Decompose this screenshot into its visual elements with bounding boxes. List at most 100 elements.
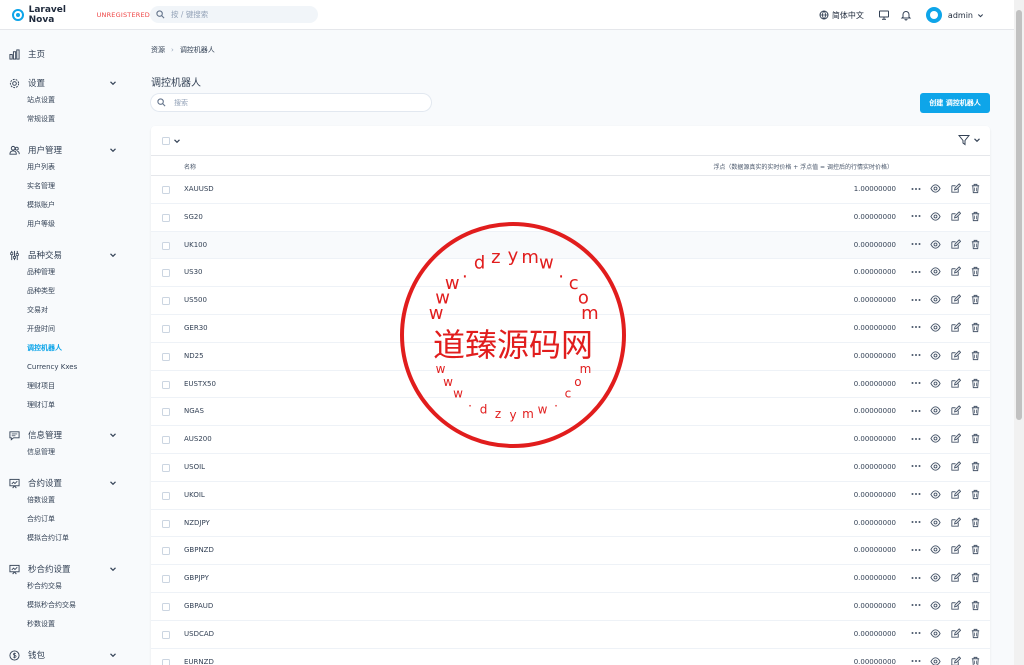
view-icon[interactable]: [930, 350, 941, 361]
more-icon[interactable]: [911, 242, 921, 246]
edit-icon[interactable]: [950, 600, 961, 611]
more-icon[interactable]: [911, 464, 921, 468]
row-checkbox[interactable]: [162, 575, 170, 584]
sidebar-item-user-levels[interactable]: 用户等级: [0, 215, 140, 234]
sidebar-item-demo-contract-orders[interactable]: 模拟合约订单: [0, 529, 140, 548]
view-icon[interactable]: [930, 239, 941, 250]
edit-icon[interactable]: [950, 489, 961, 500]
table-row[interactable]: USOIL 0.00000000: [151, 454, 990, 482]
bell-icon[interactable]: [900, 9, 912, 21]
column-header-float[interactable]: 浮点（数据源真实的实时价格 + 浮点值 = 调控后的行情实时价格）: [713, 162, 893, 171]
view-icon[interactable]: [930, 405, 941, 416]
delete-icon[interactable]: [970, 544, 981, 555]
sidebar-item-leverage[interactable]: 倍数设置: [0, 491, 140, 510]
edit-icon[interactable]: [950, 294, 961, 305]
delete-icon[interactable]: [970, 628, 981, 639]
edit-icon[interactable]: [950, 544, 961, 555]
table-row[interactable]: UKOIL 0.00000000: [151, 482, 990, 510]
column-header-name[interactable]: 名称: [184, 162, 196, 171]
view-icon[interactable]: [930, 656, 941, 665]
sidebar-item-seconds-settings[interactable]: 秒数设置: [0, 615, 140, 634]
sidebar-item-user-list[interactable]: 用户列表: [0, 158, 140, 177]
sidebar-item-second-trades[interactable]: 秒合约交易: [0, 577, 140, 596]
more-icon[interactable]: [911, 548, 921, 552]
chevron-down-icon[interactable]: [173, 137, 181, 145]
row-checkbox[interactable]: [162, 241, 170, 250]
sidebar-item-messages[interactable]: 信息管理: [0, 427, 140, 443]
view-icon[interactable]: [930, 628, 941, 639]
view-icon[interactable]: [930, 600, 941, 611]
more-icon[interactable]: [911, 631, 921, 635]
delete-icon[interactable]: [970, 433, 981, 444]
edit-icon[interactable]: [950, 572, 961, 583]
sidebar-item-pairs[interactable]: 交易对: [0, 301, 140, 320]
view-icon[interactable]: [930, 433, 941, 444]
page-scrollbar[interactable]: [1014, 0, 1024, 665]
sidebar-item-trading[interactable]: 品种交易: [0, 247, 140, 263]
view-icon[interactable]: [930, 489, 941, 500]
more-icon[interactable]: [911, 520, 921, 524]
edit-icon[interactable]: [950, 266, 961, 277]
row-checkbox[interactable]: [162, 547, 170, 556]
edit-icon[interactable]: [950, 350, 961, 361]
edit-icon[interactable]: [950, 628, 961, 639]
breadcrumb-root[interactable]: 资源: [151, 45, 165, 55]
view-icon[interactable]: [930, 461, 941, 472]
view-icon[interactable]: [930, 378, 941, 389]
more-icon[interactable]: [911, 298, 921, 302]
table-row[interactable]: GBPJPY 0.00000000: [151, 565, 990, 593]
sidebar-item-message-management[interactable]: 信息管理: [0, 443, 140, 462]
delete-icon[interactable]: [970, 294, 981, 305]
row-checkbox[interactable]: [162, 297, 170, 306]
delete-icon[interactable]: [970, 517, 981, 528]
sidebar-item-symbol-types[interactable]: 品种类型: [0, 282, 140, 301]
row-checkbox[interactable]: [162, 436, 170, 445]
view-icon[interactable]: [930, 572, 941, 583]
sidebar-item-contract-orders[interactable]: 合约订单: [0, 510, 140, 529]
global-search-input[interactable]: 按 / 键搜索: [150, 6, 318, 23]
view-icon[interactable]: [930, 544, 941, 555]
sidebar-item-currency-kxes[interactable]: Currency Kxes: [0, 358, 140, 377]
scrollbar-thumb[interactable]: [1016, 10, 1022, 420]
sidebar-item-wallet[interactable]: 钱包: [0, 647, 140, 663]
sidebar-item-contract-settings[interactable]: 合约设置: [0, 475, 140, 491]
row-checkbox[interactable]: [162, 408, 170, 417]
row-checkbox[interactable]: [162, 324, 170, 333]
row-checkbox[interactable]: [162, 519, 170, 528]
edit-icon[interactable]: [950, 516, 961, 528]
row-checkbox[interactable]: [162, 186, 170, 194]
filter-button[interactable]: [958, 134, 981, 146]
table-row[interactable]: XAUUSD 1.00000000: [151, 176, 990, 204]
view-icon[interactable]: [930, 211, 941, 222]
select-all-checkbox[interactable]: [162, 137, 170, 145]
more-icon[interactable]: [911, 214, 921, 218]
sidebar-item-robots[interactable]: 调控机器人: [0, 339, 140, 358]
more-icon[interactable]: [911, 437, 921, 441]
row-checkbox[interactable]: [162, 463, 170, 472]
sidebar-item-wealth-orders[interactable]: 理财订单: [0, 396, 140, 415]
more-icon[interactable]: [911, 409, 921, 413]
delete-icon[interactable]: [970, 239, 981, 250]
delete-icon[interactable]: [970, 378, 981, 389]
edit-icon[interactable]: [950, 183, 961, 194]
sidebar-item-home[interactable]: 主页: [0, 46, 140, 62]
sidebar-item-symbols[interactable]: 品种管理: [0, 263, 140, 282]
sidebar-item-second-contract[interactable]: 秒合约设置: [0, 561, 140, 577]
more-icon[interactable]: [911, 270, 921, 274]
delete-icon[interactable]: [970, 350, 981, 361]
row-checkbox[interactable]: [162, 269, 170, 278]
more-icon[interactable]: [911, 381, 921, 385]
view-icon[interactable]: [930, 266, 941, 277]
delete-icon[interactable]: [970, 322, 981, 333]
edit-icon[interactable]: [950, 211, 961, 222]
monitor-icon[interactable]: [878, 9, 890, 21]
sidebar-item-user-management[interactable]: 用户管理: [0, 142, 140, 158]
view-icon[interactable]: [930, 322, 941, 333]
delete-icon[interactable]: [970, 489, 981, 500]
row-checkbox[interactable]: [162, 380, 170, 389]
create-robot-button[interactable]: 创建 调控机器人: [920, 93, 990, 113]
row-checkbox[interactable]: [162, 602, 170, 611]
table-row[interactable]: NZDJPY 0.00000000: [151, 510, 990, 538]
delete-icon[interactable]: [970, 656, 981, 665]
sidebar-item-site-settings[interactable]: 站点设置: [0, 91, 140, 110]
